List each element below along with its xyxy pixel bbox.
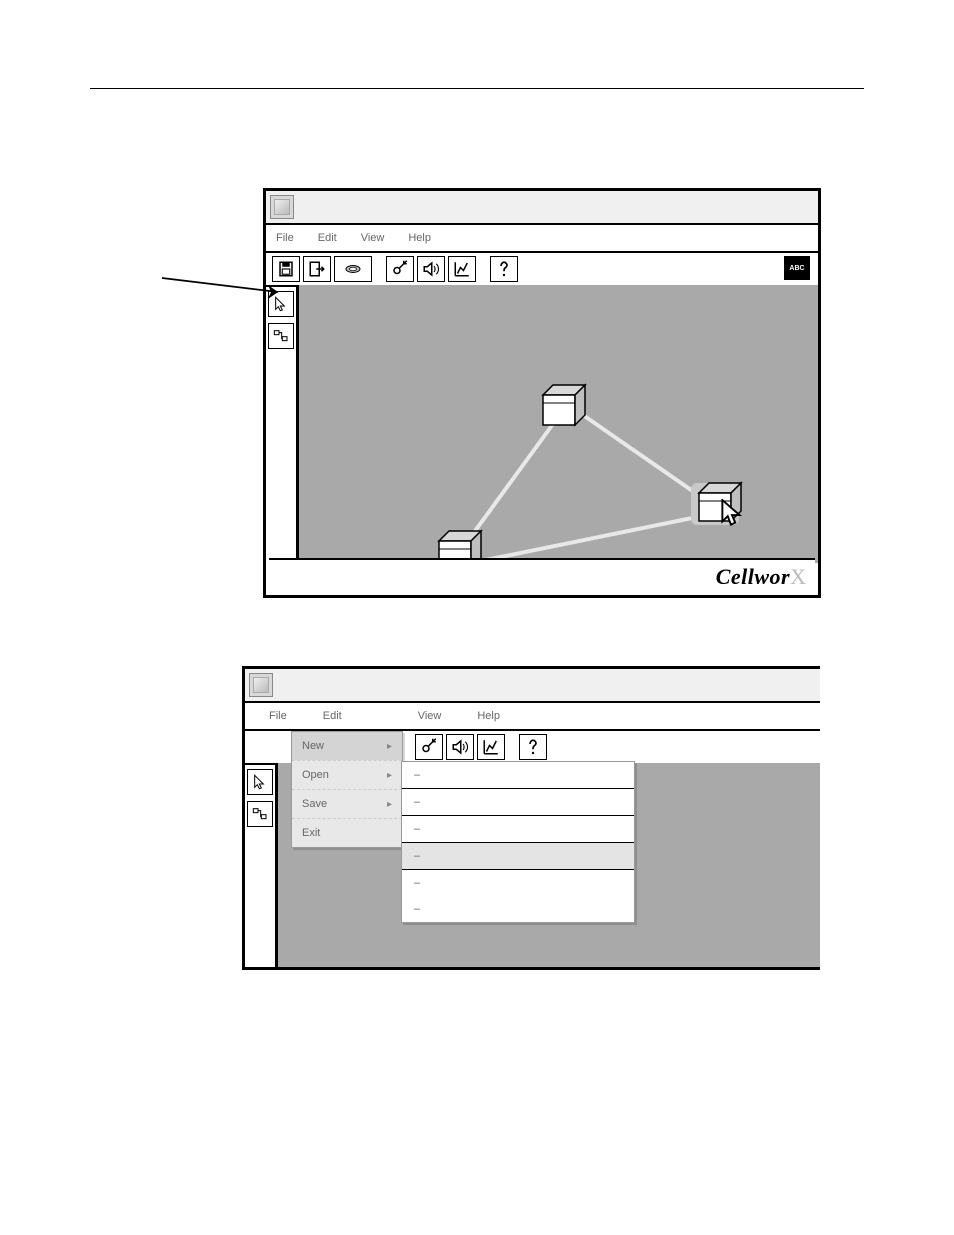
chevron-right-icon: ▸ [387,741,392,752]
cursor-icon [719,499,745,529]
sound-icon[interactable] [446,734,474,760]
window-menu-icon[interactable] [249,673,273,697]
page-rule [90,88,864,89]
topology-canvas[interactable] [299,285,818,563]
menubar[interactable]: File Edit View Help [266,225,818,253]
submenu[interactable]: – – – – – – [401,761,635,923]
side-toolbar [245,763,278,969]
submenu-item[interactable]: – [402,870,634,896]
chevron-right-icon: ▸ [387,770,392,781]
titlebar[interactable] [245,669,820,703]
menu-item[interactable]: File [276,232,294,244]
network-node-selected[interactable] [689,477,739,523]
submenu-item[interactable]: – [402,762,634,788]
app-window-1: File Edit View Help ABC [263,188,821,598]
vendor-badge: ABC [784,256,810,280]
sound-icon[interactable] [417,256,445,282]
menu-item[interactable]: Edit [318,232,337,244]
submenu-item[interactable]: – [402,816,634,842]
nodes-tool[interactable] [247,801,273,827]
menu-item[interactable]: File [269,710,287,722]
submenu-item[interactable]: – [402,789,634,815]
key-icon[interactable] [386,256,414,282]
ring-icon[interactable] [334,256,372,282]
nodes-tool[interactable] [268,323,294,349]
brand-logo: CellworX [716,564,803,590]
menu-item[interactable]: Help [408,232,431,244]
menu-item-new[interactable]: New▸ [292,732,402,760]
network-node[interactable] [537,383,587,429]
menu-item-exit[interactable]: Exit [292,818,402,847]
menu-item-open[interactable]: Open▸ [292,760,402,789]
help-icon[interactable] [490,256,518,282]
menubar[interactable]: File Edit View Help [245,703,820,731]
submenu-item[interactable]: – [402,896,634,922]
chart-icon[interactable] [477,734,505,760]
submenu-item[interactable]: – [402,843,634,869]
toolbar: ABC [266,253,818,287]
app-window-2: File Edit View Help New▸ [242,666,820,970]
chart-icon[interactable] [448,256,476,282]
menu-item[interactable]: View [418,710,442,722]
menu-item-save[interactable]: Save▸ [292,789,402,818]
window-menu-icon[interactable] [270,195,294,219]
window-footer: CellworX [269,558,815,594]
chevron-right-icon: ▸ [387,799,392,810]
callout-arrow [160,270,290,300]
help-icon[interactable] [519,734,547,760]
dropdown-menu[interactable]: New▸ Open▸ Save▸ Exit [291,731,403,848]
menu-item[interactable]: Help [477,710,500,722]
menu-item[interactable]: Edit [323,710,342,722]
menu-item[interactable]: View [361,232,385,244]
exit-icon[interactable] [303,256,331,282]
titlebar[interactable] [266,191,818,225]
key-icon[interactable] [415,734,443,760]
side-toolbar [266,285,299,563]
pointer-tool[interactable] [247,769,273,795]
